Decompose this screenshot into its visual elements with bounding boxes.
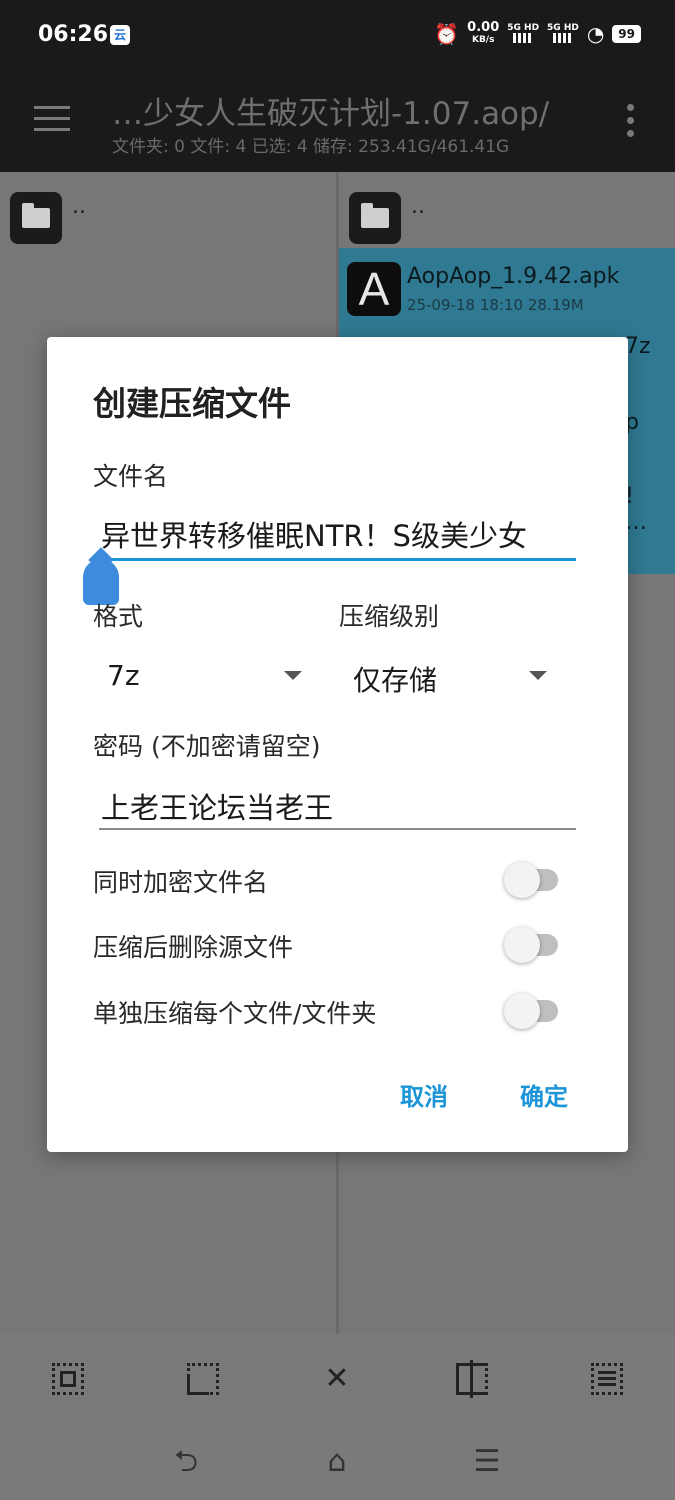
folder-icon [10,192,62,244]
chevron-down-icon [284,671,302,680]
storage-summary: 文件夹: 0 文件: 4 已选: 4 储存: 253.41G/461.41G [112,137,510,157]
filename-label: 文件名 [93,462,169,491]
bottom-toolbar: ✕ [0,1334,675,1424]
delete-source-label: 压缩后删除源文件 [93,933,294,962]
wifi-icon: ◔ [586,22,605,46]
ok-button[interactable]: 确定 [520,1077,568,1112]
peek-text: … [625,510,647,535]
network-speed-value: 0.00 [467,20,500,35]
level-label: 压缩级别 [339,602,440,631]
close-icon[interactable]: ✕ [318,1360,356,1398]
filename-input[interactable]: 异世界转移催眠NTR！S级美少女 [101,513,576,555]
parent-folder-label: .. [411,194,425,219]
select-range-icon[interactable] [184,1360,222,1398]
signal-1: 5G HD [507,23,539,46]
parent-folder-row[interactable]: .. [339,182,675,246]
list-icon[interactable] [588,1360,626,1398]
battery-icon: 99 [612,25,641,43]
signal-1-label: 5G HD [507,22,540,33]
more-options-icon[interactable] [627,104,635,143]
password-input[interactable]: 上老王论坛当老王 [101,785,333,827]
status-bar: 06:26 云 ⏰ 0.00 KB/s 5G HD 5G HD ◔ 99 [0,0,675,72]
separate-archives-label: 单独压缩每个文件/文件夹 [93,999,377,1028]
dialog-title: 创建压缩文件 [93,384,291,423]
split-pane-icon[interactable] [453,1360,491,1398]
path-title: …少女人生破灭计划-1.07.aop/ [112,96,550,132]
system-nav-bar: ⮌ ⌂ ☰ [0,1424,675,1500]
level-select-value: 仅存储 [353,664,438,697]
level-select[interactable]: 仅存储 [353,659,553,699]
signal-bars-icon [513,32,534,43]
menu-icon[interactable] [34,106,70,134]
encrypt-names-toggle[interactable] [504,860,564,900]
separate-archives-toggle[interactable] [504,991,564,1031]
file-name: AopAop_1.9.42.apk [407,264,620,289]
status-time: 06:26 [38,22,109,47]
home-icon[interactable]: ⌂ [317,1442,357,1482]
signal-2: 5G HD [547,23,579,46]
folder-icon [349,192,401,244]
filename-underline [99,558,576,561]
status-indicators: ⏰ 0.00 KB/s 5G HD 5G HD ◔ 99 [434,20,641,46]
file-row[interactable]: A AopAop_1.9.42.apk 25-09-18 18:10 28.19… [339,252,675,326]
network-speed: 0.00 KB/s [467,20,500,46]
recents-icon[interactable]: ☰ [467,1442,507,1482]
peek-text: 7z [625,334,651,359]
signal-bars-icon [552,32,573,43]
format-label: 格式 [93,602,144,631]
chevron-down-icon [529,671,547,680]
delete-source-toggle[interactable] [504,925,564,965]
parent-folder-row[interactable]: .. [0,182,336,246]
app-notification-icon: 云 [110,25,130,45]
back-icon[interactable]: ⮌ [166,1442,206,1482]
cancel-button[interactable]: 取消 [400,1077,448,1112]
app-bar: …少女人生破灭计划-1.07.aop/ 文件夹: 0 文件: 4 已选: 4 储… [0,72,675,172]
format-select[interactable]: 7z [107,659,307,699]
file-meta: 25-09-18 18:10 28.19M [407,296,584,314]
format-select-value: 7z [107,659,140,692]
select-all-icon[interactable] [49,1360,87,1398]
parent-folder-label: .. [72,194,86,219]
create-archive-dialog: 创建压缩文件 文件名 异世界转移催眠NTR！S级美少女 格式 压缩级别 7z 仅… [47,337,628,1152]
password-label: 密码 (不加密请留空) [93,732,321,761]
network-speed-unit: KB/s [471,35,495,45]
apk-icon: A [347,262,401,316]
password-underline [99,828,576,830]
signal-2-label: 5G HD [547,22,579,33]
encrypt-names-label: 同时加密文件名 [93,868,269,897]
alarm-icon: ⏰ [434,22,460,46]
